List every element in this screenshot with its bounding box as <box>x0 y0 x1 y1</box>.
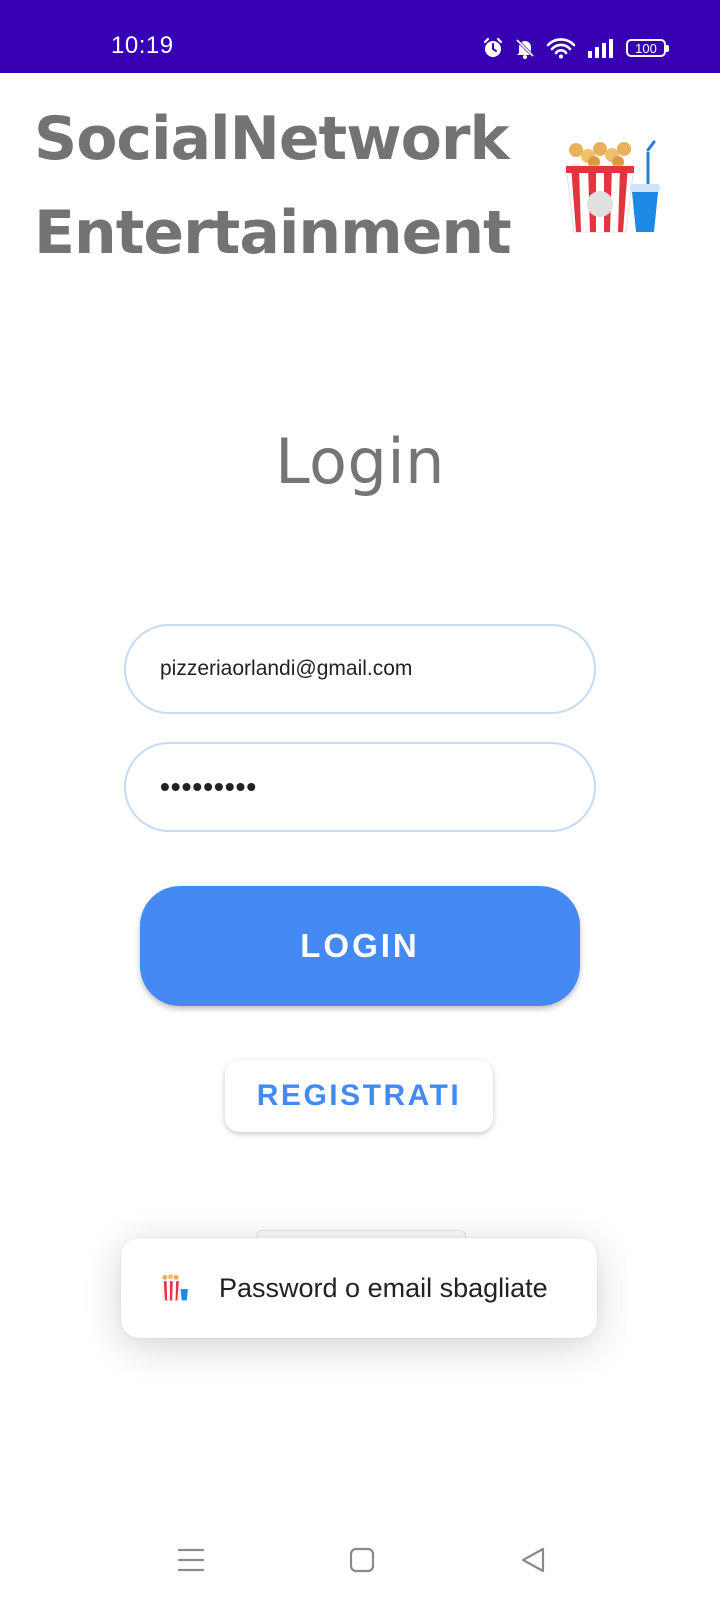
back-icon[interactable] <box>513 1540 553 1580</box>
toast-message: Password o email sbagliate <box>219 1272 548 1303</box>
register-button[interactable]: REGISTRATI <box>225 1060 493 1132</box>
alarm-icon <box>483 37 503 57</box>
popcorn-icon <box>161 1274 188 1301</box>
app-title-line2: Entertainment <box>34 198 512 268</box>
bell-off-icon <box>515 38 535 59</box>
navigation-bar <box>0 1520 720 1600</box>
signal-icon <box>588 39 613 58</box>
login-button[interactable]: LOGIN <box>140 886 580 1006</box>
status-time: 10:19 <box>111 32 174 59</box>
wifi-icon <box>546 38 576 59</box>
home-icon[interactable] <box>342 1540 382 1580</box>
popcorn-icon <box>566 140 660 233</box>
status-icons: 100 <box>482 34 669 62</box>
login-screen: 10:19 100 SocialNetwork Entertainment Lo… <box>0 0 720 1600</box>
battery-icon: 100 <box>626 39 669 57</box>
email-field[interactable]: pizzeriaorlandi@gmail.com <box>124 624 596 714</box>
password-field[interactable]: ••••••••• <box>124 742 596 832</box>
email-value: pizzeriaorlandi@gmail.com <box>160 657 413 680</box>
login-heading: Login <box>275 425 445 498</box>
status-bar: 10:19 100 <box>0 0 720 73</box>
menu-icon[interactable] <box>171 1540 211 1580</box>
password-value: ••••••••• <box>160 771 258 802</box>
app-title: SocialNetwork Entertainment <box>34 92 574 280</box>
app-title-line1: SocialNetwork <box>34 104 509 174</box>
error-toast: Password o email sbagliate <box>121 1238 597 1338</box>
